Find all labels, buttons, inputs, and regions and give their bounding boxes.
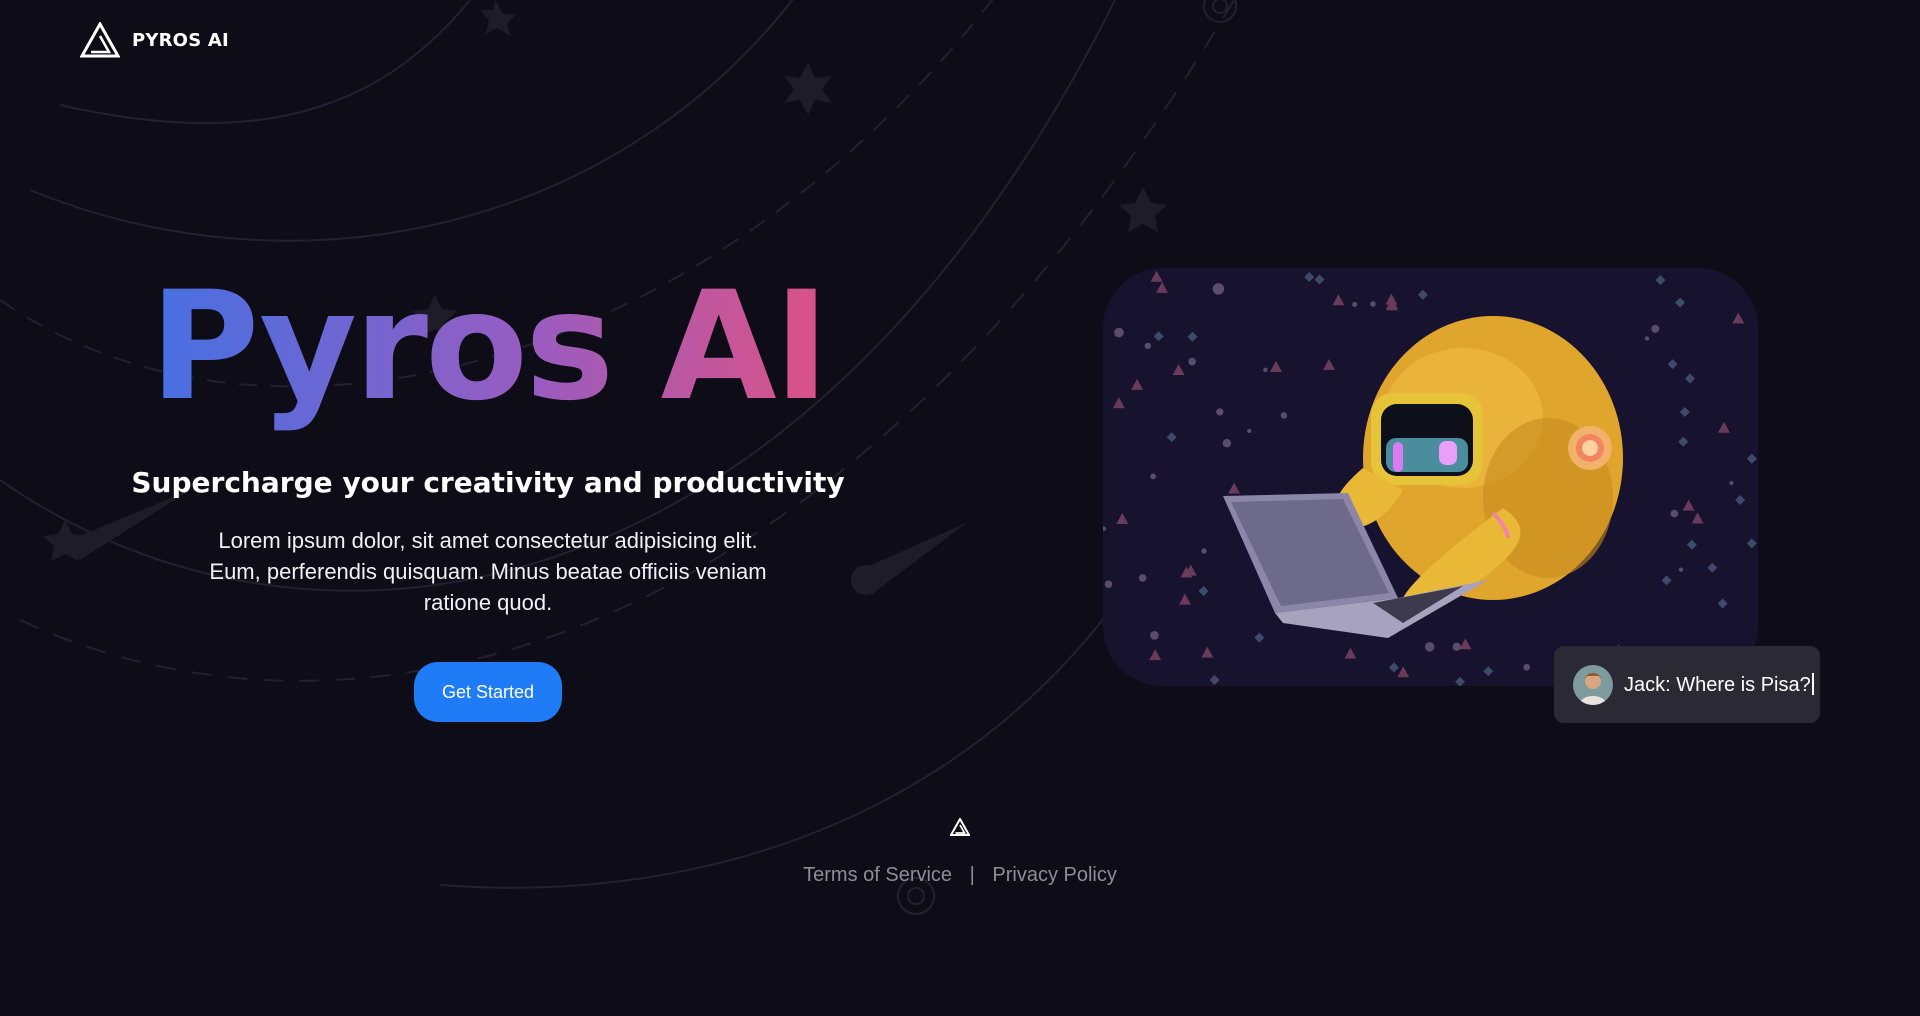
chat-bubble: Jack: Where is Pisa? — [1554, 646, 1820, 723]
confetti-decoration — [1201, 548, 1207, 554]
confetti-decoration — [1150, 631, 1159, 640]
confetti-decoration — [1452, 642, 1461, 651]
brand-link[interactable]: PYROS AI — [80, 22, 229, 58]
confetti-decoration — [1104, 580, 1113, 588]
terms-of-service-link[interactable]: Terms of Service — [803, 864, 952, 886]
hero-title: Pyros AI — [0, 262, 976, 432]
confetti-decoration — [1263, 367, 1268, 373]
confetti-decoration — [1425, 642, 1435, 652]
footer-logo-icon — [950, 818, 970, 836]
confetti-decoration — [1222, 439, 1232, 448]
confetti-decoration — [1651, 324, 1660, 333]
confetti-decoration — [1644, 336, 1650, 341]
confetti-decoration — [1523, 663, 1531, 671]
confetti-decoration — [1216, 408, 1224, 416]
confetti-decoration — [1150, 473, 1157, 480]
footer-links: Terms of Service | Privacy Policy — [0, 864, 1920, 887]
confetti-decoration — [1280, 412, 1288, 419]
confetti-decoration — [1144, 342, 1152, 350]
text-caret — [1811, 672, 1814, 695]
confetti-decoration — [1188, 357, 1196, 366]
brand-name: PYROS AI — [132, 29, 229, 51]
get-started-button[interactable]: Get Started — [414, 662, 562, 722]
confetti-decoration — [1678, 567, 1684, 572]
confetti-decoration — [1729, 480, 1734, 486]
confetti-decoration — [1114, 327, 1124, 338]
robot-mascot-illustration — [1103, 268, 1758, 686]
hero-subtitle: Supercharge your creativity and producti… — [131, 466, 845, 499]
confetti-decoration — [1370, 301, 1376, 307]
hero-illustration — [1103, 268, 1758, 686]
hero-description: Lorem ipsum dolor, sit amet consectetur … — [209, 528, 767, 615]
confetti-decoration — [1247, 428, 1252, 434]
user-avatar-icon — [1573, 664, 1613, 705]
landing-page: PYROS AI Pyros AI Supercharge your creat… — [0, 0, 1920, 1016]
confetti-decoration — [1352, 301, 1358, 307]
privacy-policy-link[interactable]: Privacy Policy — [992, 864, 1116, 886]
footer-separator: | — [969, 864, 975, 886]
confetti-decoration — [1138, 574, 1147, 582]
pyros-logo-icon — [80, 22, 120, 58]
chat-message: Jack: Where is Pisa? — [1624, 673, 1811, 696]
confetti-decoration — [1212, 283, 1225, 295]
confetti-decoration — [1670, 509, 1679, 518]
